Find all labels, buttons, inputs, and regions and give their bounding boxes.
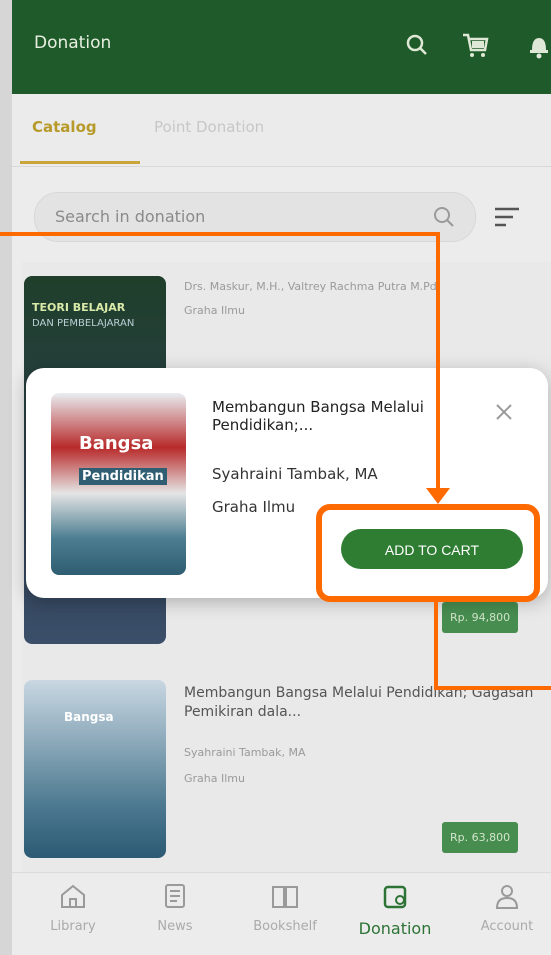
dialog-book-cover: Bangsa Pendidikan — [51, 393, 186, 575]
dialog-book-title: Membangun Bangsa Melalui Pendidikan;... — [212, 398, 424, 434]
annotation-arrow — [434, 602, 438, 688]
cover-title: TEORI BELAJAR — [32, 301, 126, 314]
annotation-arrow — [0, 232, 440, 236]
close-icon[interactable] — [492, 400, 516, 428]
dialog-book-publisher: Graha Ilmu — [212, 498, 296, 516]
home-icon — [61, 884, 85, 908]
nav-label: Library — [50, 919, 96, 934]
dialog-book-author: Syahraini Tambak, MA — [212, 465, 378, 483]
cart-icon[interactable] — [460, 30, 490, 60]
highlight-box — [316, 504, 540, 602]
tab-point-donation[interactable]: Point Donation — [154, 118, 264, 136]
nav-bookshelf[interactable]: Bookshelf — [240, 881, 330, 934]
list-item[interactable]: Bangsa Membangun Bangsa Melalui Pendidik… — [22, 662, 551, 873]
nav-account[interactable]: Account — [462, 881, 551, 934]
book-author: Drs. Maskur, M.H., Valtrey Rachma Putra … — [184, 280, 441, 293]
search-icon[interactable] — [402, 30, 432, 60]
dialog-cover-subtitle: Pendidikan — [79, 468, 167, 485]
annotation-arrow — [436, 232, 440, 494]
news-icon — [165, 884, 185, 908]
account-icon — [495, 885, 519, 909]
nav-label: Account — [480, 919, 534, 934]
nav-donation[interactable]: Donation — [350, 881, 440, 938]
sort-icon[interactable] — [492, 205, 522, 233]
tab-indicator — [20, 161, 140, 164]
page-title: Donation — [34, 33, 112, 53]
nav-label: News — [157, 919, 193, 934]
search-placeholder: Search in donation — [55, 207, 206, 226]
wallet-icon — [383, 885, 407, 909]
cover-title: Bangsa — [64, 710, 114, 724]
dialog-cover-title: Bangsa — [79, 433, 154, 454]
nav-label: Bookshelf — [253, 919, 317, 934]
tab-bar: Catalog Point Donation — [12, 94, 551, 167]
tab-catalog[interactable]: Catalog — [32, 118, 97, 136]
book-author: Syahraini Tambak, MA — [184, 746, 306, 759]
book-publisher: Graha Ilmu — [184, 772, 245, 785]
bell-icon[interactable] — [524, 30, 551, 60]
nav-news[interactable]: News — [130, 881, 220, 934]
nav-label: Donation — [358, 919, 432, 938]
cover-subtitle: DAN PEMBELAJARAN — [32, 318, 135, 329]
search-field-icon — [430, 203, 458, 235]
bottom-navigation: Library News Bookshelf Donation Account — [12, 872, 551, 955]
price-badge: Rp. 63,800 — [442, 822, 519, 853]
annotation-arrow — [434, 686, 551, 690]
book-icon — [272, 886, 298, 908]
book-cover: Bangsa — [24, 680, 166, 858]
price-badge: Rp. 94,800 — [442, 602, 519, 633]
app-bar: Donation — [12, 0, 551, 94]
nav-library[interactable]: Library — [28, 881, 118, 934]
book-publisher: Graha Ilmu — [184, 304, 245, 317]
